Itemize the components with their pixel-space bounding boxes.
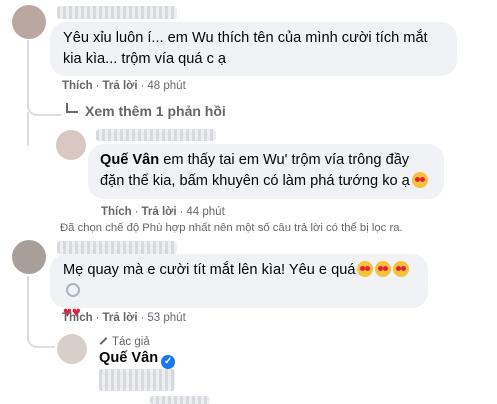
reply-author-name[interactable]: Quế Vân bbox=[100, 152, 159, 168]
redacted-header bbox=[96, 129, 216, 141]
author-name[interactable]: Quế Vân bbox=[99, 350, 158, 366]
reply-button[interactable]: Trả lời bbox=[103, 80, 138, 92]
author-reply-header: Quế Vân ✓ bbox=[99, 350, 176, 369]
commenter-avatar[interactable] bbox=[12, 240, 46, 274]
like-button[interactable]: Thích bbox=[62, 80, 93, 92]
pen-icon bbox=[99, 337, 108, 345]
hearts-emoji bbox=[375, 261, 392, 277]
commenter-avatar[interactable] bbox=[12, 5, 46, 39]
author-badge-label: Tác giả bbox=[112, 336, 150, 348]
verified-icon: ✓ bbox=[161, 355, 176, 369]
commenter-name-redacted bbox=[57, 6, 177, 19]
author-badge: Tác giả bbox=[99, 336, 150, 348]
thread-line bbox=[27, 276, 55, 348]
comment-actions: Thích · Trả lời · 48 phút bbox=[62, 80, 186, 92]
comment-actions: Thích · Trả lời · 53 phút bbox=[62, 312, 186, 324]
reply-button[interactable]: Trả lời bbox=[103, 312, 138, 324]
hearts-emoji bbox=[357, 261, 374, 277]
reply-button[interactable]: Trả lời bbox=[142, 206, 177, 218]
hearts-emoji bbox=[393, 261, 410, 277]
like-button[interactable]: Thích bbox=[62, 312, 93, 324]
heart-eyes-emoji bbox=[411, 172, 428, 188]
thread-line bbox=[27, 112, 29, 146]
thread-line bbox=[27, 40, 61, 116]
reply-arrow-icon bbox=[66, 103, 78, 113]
comment-text: Yêu xỉu luôn í... em Wu thích tên của mì… bbox=[63, 30, 428, 67]
view-more-replies-link[interactable]: Xem thêm 1 phản hồi bbox=[85, 103, 226, 119]
comment-bubble: Mẹ quay mà e cười tít mắt lên kìa! Yêu e… bbox=[50, 254, 428, 321]
commenter-avatar[interactable] bbox=[56, 130, 86, 160]
comment-time[interactable]: 44 phút bbox=[186, 206, 224, 218]
reply-text: Quế Vân em thấy tai em Wu' trộm vía trôn… bbox=[100, 150, 436, 192]
comment-body: Mẹ quay mà e cười tít mắt lên kìa! Yêu e… bbox=[63, 262, 356, 278]
redacted-footer bbox=[150, 396, 210, 404]
comment-time[interactable]: 53 phút bbox=[147, 312, 185, 324]
reply-actions: Thích · Trả lời · 44 phút bbox=[101, 206, 225, 218]
author-reply-redacted bbox=[99, 369, 175, 391]
comment-bubble: Yêu xỉu luôn í... em Wu thích tên của mì… bbox=[50, 22, 457, 76]
reply-bubble: Quế Vân em thấy tai em Wu' trộm vía trôn… bbox=[88, 144, 444, 199]
like-button[interactable]: Thích bbox=[101, 206, 132, 218]
filter-notice: Đã chọn chế độ Phù hợp nhất nên một số c… bbox=[60, 222, 403, 234]
commenter-name-redacted bbox=[57, 241, 177, 254]
author-avatar[interactable] bbox=[57, 334, 87, 364]
comment-time[interactable]: 48 phút bbox=[147, 80, 185, 92]
ring-emoji bbox=[66, 283, 80, 297]
